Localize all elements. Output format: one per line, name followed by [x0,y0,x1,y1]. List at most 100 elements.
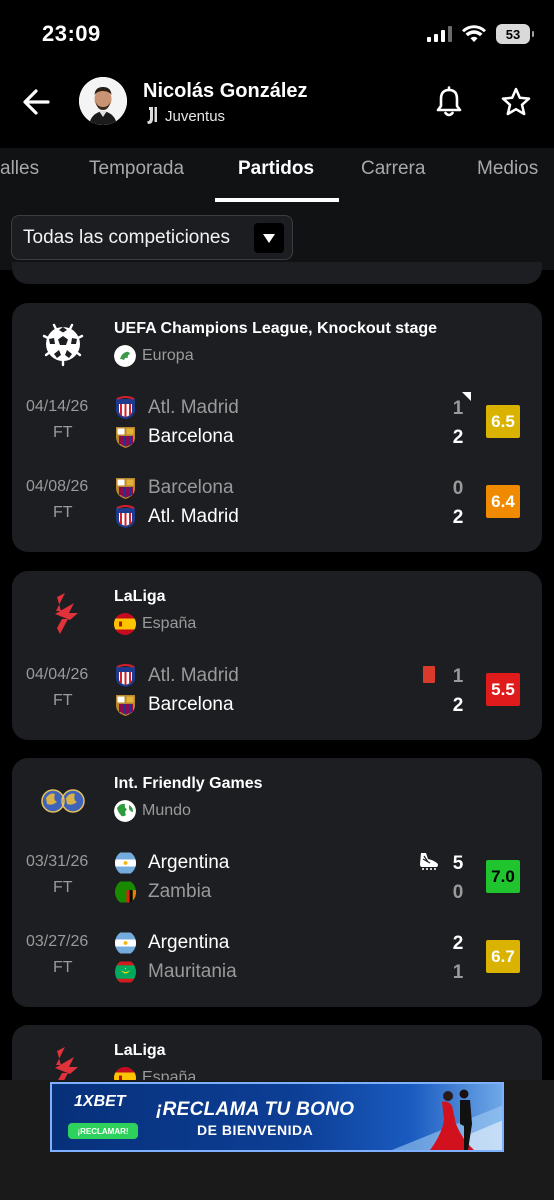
home-team: Atl. Madrid [115,663,239,689]
laliga-icon [55,593,78,634]
competition-select[interactable]: Todas las competiciones [11,215,293,260]
wifi-icon [462,25,486,42]
back-arrow-icon[interactable] [18,84,58,120]
player-rating-badge: 6.5 [486,405,520,438]
mauritania-flag-icon [115,961,136,983]
player-rating-badge: 5.5 [486,673,520,706]
competition-region: Europa [114,345,194,367]
friendly-games-icon [41,789,85,813]
competition-name[interactable]: UEFA Champions League, Knockout stage [114,320,437,338]
competition-name[interactable]: LaLiga [114,588,166,606]
atletico-madrid-crest-icon [116,505,135,528]
home-team-name: Atl. Madrid [148,665,239,686]
away-team: Mauritania [115,959,237,985]
tab-carrera[interactable]: Carrera [361,158,425,180]
world-globe-icon [114,800,136,822]
home-score: 0 [452,478,464,499]
atletico-madrid-crest-icon [116,396,135,419]
competition-region-label: España [142,615,197,632]
match-date: 04/14/26 [26,398,89,415]
ad-dancers-image [391,1089,502,1150]
competition-card: Int. Friendly Games Mundo 03/31/26 FT Ar… [12,758,542,1007]
battery-icon: 53 [496,24,534,44]
match-status: FT [53,504,73,521]
competition-region-label: Mundo [142,802,191,819]
match-row[interactable]: 04/08/26 FT Barcelona Atl. Madrid 0 2 6.… [12,475,542,537]
team-name: Juventus [165,107,226,125]
tab-temporada[interactable]: Temporada [89,158,184,180]
away-team: Barcelona [115,424,234,450]
spain-flag-icon [114,613,136,635]
bell-icon[interactable] [434,86,464,118]
match-date: 04/04/26 [26,666,89,683]
away-score: 2 [452,695,464,716]
active-tab-indicator [215,198,339,202]
away-team-name: Zambia [148,881,212,902]
away-team-name: Atl. Madrid [148,506,239,527]
competition-select-value: Todas las competiciones [23,226,230,248]
competition-name[interactable]: LaLiga [114,1042,166,1060]
competition-card: LaLiga España 04/04/26 FT Atl. Madrid Ba… [12,571,542,740]
match-row[interactable]: 04/04/26 FT Atl. Madrid Barcelona 1 2 5.… [12,663,542,725]
ad-subline: DE BIENVENIDA [197,1122,314,1138]
match-date: 03/27/26 [26,933,89,950]
team-row[interactable]: Juventus [145,106,225,126]
player-rating-badge: 7.0 [486,860,520,893]
competition-region: Mundo [114,800,191,822]
match-row[interactable]: 03/31/26 FT Argentina Zambia 5 0 7.0 [12,850,542,912]
competition-region-label: Europa [142,347,194,364]
corner-marker-icon [462,392,471,401]
tab-partidos[interactable]: Partidos [238,158,314,180]
home-team: Argentina [115,930,229,956]
atletico-madrid-crest-icon [116,664,135,687]
dropdown-arrow-icon [254,223,284,253]
barcelona-crest-icon [116,427,135,448]
match-row[interactable]: 04/14/26 FT Atl. Madrid Barcelona 1 2 6.… [12,392,542,457]
barcelona-crest-icon [116,478,135,499]
match-date: 03/31/26 [26,853,89,870]
tab-medios[interactable]: Medios [477,158,538,180]
europe-globe-icon [114,345,136,367]
home-score: 2 [452,933,464,954]
player-avatar[interactable] [79,77,127,125]
home-score: 1 [452,398,464,419]
match-status: FT [53,692,73,709]
away-score: 0 [452,882,464,903]
competition-card: UEFA Champions League, Knockout stage Eu… [12,303,542,552]
away-score: 2 [452,507,464,528]
away-team-name: Mauritania [148,961,237,982]
previous-card-bottom [12,262,542,284]
match-row[interactable]: 03/27/26 FT Argentina Mauritania 2 1 6.7 [12,930,542,992]
football-boot-icon [420,853,438,870]
away-team: Barcelona [115,692,234,718]
star-icon[interactable] [500,86,532,118]
player-rating-badge: 6.7 [486,940,520,973]
competition-region: España [114,613,196,635]
argentina-flag-icon [115,852,136,874]
player-rating-badge: 6.4 [486,485,520,518]
filter-bar: Todas las competiciones [0,206,554,270]
ad-brand-logo: 1XBET [74,1093,126,1110]
tab-detalles[interactable]: alles [0,158,39,180]
player-name: Nicolás González [143,80,308,102]
home-team-name: Argentina [148,852,230,873]
argentina-flag-icon [115,932,136,954]
home-team-name: Atl. Madrid [148,397,239,418]
ad-claim-button[interactable]: ¡RECLAMAR! [68,1123,138,1139]
red-card-icon [423,666,435,683]
competition-name[interactable]: Int. Friendly Games [114,775,262,793]
away-team-name: Barcelona [148,426,234,447]
status-bar: 23:09 53 [0,0,554,66]
home-score: 5 [452,853,464,874]
cellular-signal-icon [427,26,452,42]
barcelona-crest-icon [116,695,135,716]
away-team-name: Barcelona [148,694,234,715]
home-team: Barcelona [115,475,234,501]
home-team: Argentina [115,850,229,876]
home-team-name: Barcelona [148,477,234,498]
away-score: 2 [452,427,464,448]
ad-banner[interactable]: 1XBET ¡RECLAMAR! ¡RECLAMA TU BONO DE BIE… [50,1082,504,1152]
match-status: FT [53,424,73,441]
match-status: FT [53,879,73,896]
away-score: 1 [452,962,464,983]
